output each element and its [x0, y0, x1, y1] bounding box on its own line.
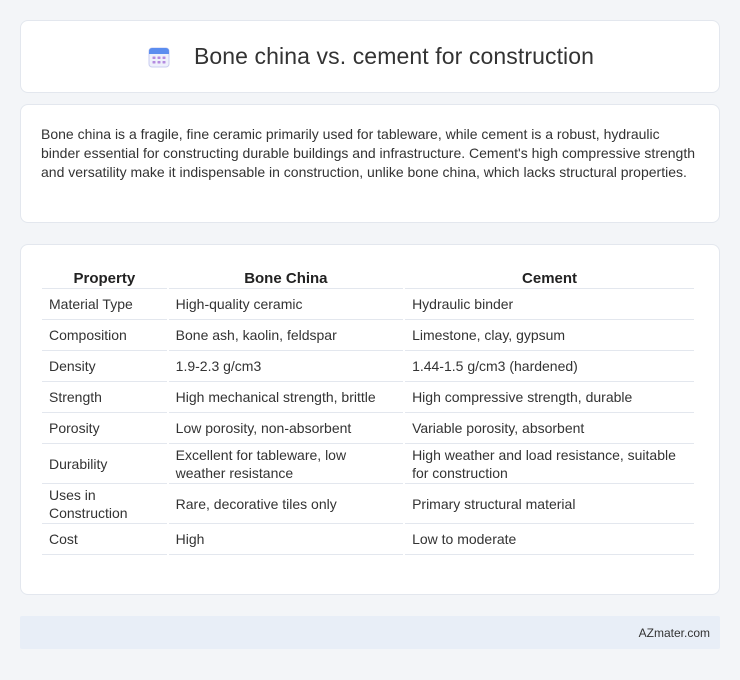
page-title: Bone china vs. cement for construction — [193, 43, 595, 69]
intro-card: Bone china is a fragile, fine ceramic pr… — [20, 104, 720, 223]
bone-china-cell: Bone ash, kaolin, feldspar — [168, 320, 404, 351]
bone-china-cell: Excellent for tableware, low weather res… — [168, 444, 404, 484]
intro-paragraph: Bone china is a fragile, fine ceramic pr… — [41, 126, 696, 180]
header-bone-china: Bone China — [168, 265, 404, 289]
header-property: Property — [42, 265, 167, 289]
footer-site-link[interactable]: AZmater.com — [639, 626, 710, 640]
table-row: Porosity Low porosity, non-absorbent Var… — [42, 413, 694, 444]
title-card: Bone china vs. cement for construction — [20, 20, 720, 93]
table-header-row: Property Bone China Cement — [42, 265, 694, 289]
comparison-table: Property Bone China Cement Material Type… — [40, 265, 696, 555]
table-row: Strength High mechanical strength, britt… — [42, 382, 694, 413]
property-cell: Material Type — [42, 289, 167, 320]
header-cement: Cement — [405, 265, 694, 289]
property-cell: Cost — [42, 524, 167, 555]
property-cell: Strength — [42, 382, 167, 413]
bone-china-cell: 1.9-2.3 g/cm3 — [168, 351, 404, 382]
cement-cell: Primary structural material — [405, 484, 694, 524]
cement-cell: High weather and load resistance, suitab… — [405, 444, 694, 484]
footer-bar: AZmater.com — [20, 616, 720, 649]
table-row: Cost High Low to moderate — [42, 524, 694, 555]
property-cell: Composition — [42, 320, 167, 351]
cement-cell: Hydraulic binder — [405, 289, 694, 320]
table-row: Density 1.9-2.3 g/cm3 1.44-1.5 g/cm3 (ha… — [42, 351, 694, 382]
table-row: Composition Bone ash, kaolin, feldspar L… — [42, 320, 694, 351]
property-cell: Uses in Construction — [42, 484, 167, 524]
bone-china-cell: Low porosity, non-absorbent — [168, 413, 404, 444]
table-row: Uses in Construction Rare, decorative ti… — [42, 484, 694, 524]
bone-china-cell: High mechanical strength, brittle — [168, 382, 404, 413]
comparison-table-card: Property Bone China Cement Material Type… — [20, 244, 720, 595]
cement-cell: Variable porosity, absorbent — [405, 413, 694, 444]
property-cell: Porosity — [42, 413, 167, 444]
cement-cell: High compressive strength, durable — [405, 382, 694, 413]
cement-cell: Limestone, clay, gypsum — [405, 320, 694, 351]
bone-china-cell: High-quality ceramic — [168, 289, 404, 320]
cement-cell: Low to moderate — [405, 524, 694, 555]
bone-china-cell: Rare, decorative tiles only — [168, 484, 404, 524]
property-cell: Density — [42, 351, 167, 382]
table-row: Material Type High-quality ceramic Hydra… — [42, 289, 694, 320]
bone-china-cell: High — [168, 524, 404, 555]
table-row: Durability Excellent for tableware, low … — [42, 444, 694, 484]
calendar-icon — [146, 44, 172, 70]
property-cell: Durability — [42, 444, 167, 484]
cement-cell: 1.44-1.5 g/cm3 (hardened) — [405, 351, 694, 382]
